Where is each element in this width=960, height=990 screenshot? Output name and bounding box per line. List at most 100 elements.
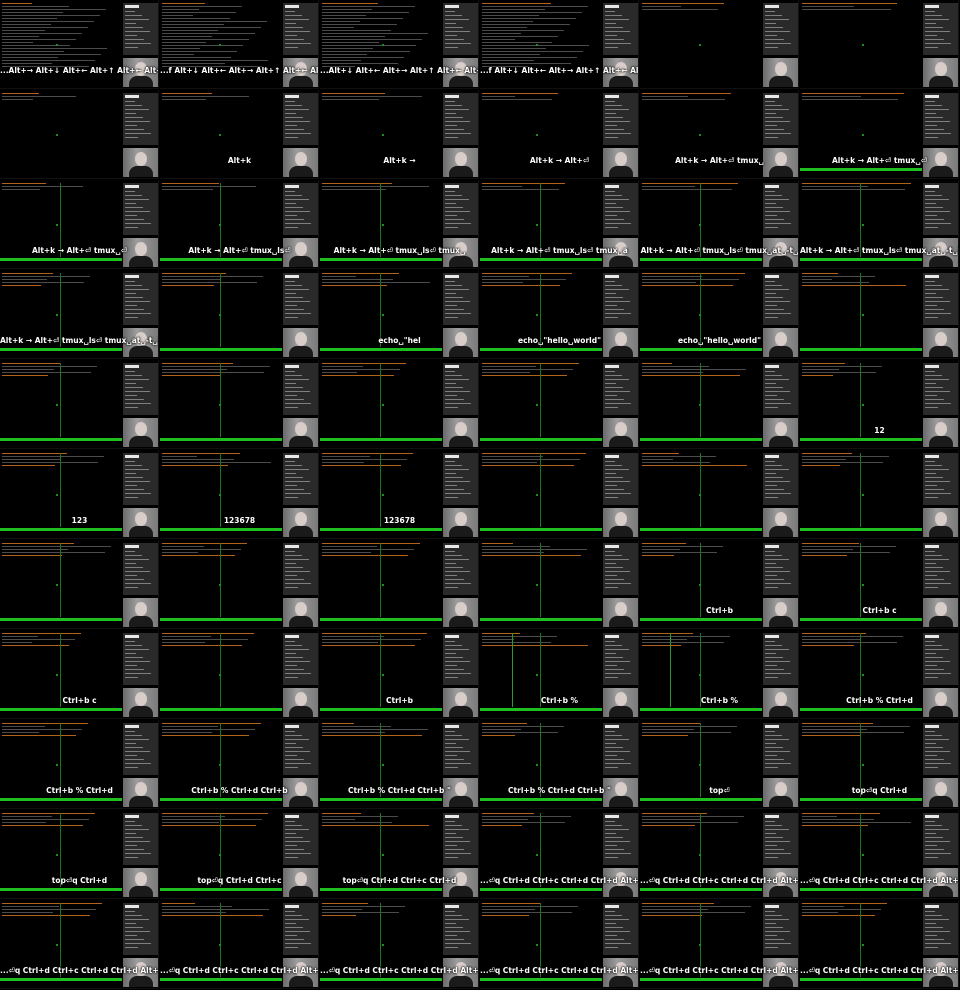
panel-line	[765, 677, 778, 678]
presenter-body	[129, 256, 153, 267]
terminal-line	[642, 555, 674, 556]
presenter-body	[289, 256, 313, 267]
terminal-pane	[160, 360, 282, 438]
keybinding-panel	[763, 273, 798, 325]
panel-line	[445, 739, 469, 740]
keybinding-panel	[283, 453, 318, 505]
side-panel	[762, 180, 798, 268]
panel-line	[605, 661, 630, 662]
terminal-line	[482, 183, 565, 184]
keybinding-panel	[123, 723, 158, 775]
cursor	[382, 584, 384, 586]
panel-line	[765, 767, 778, 768]
panel-line	[445, 849, 464, 850]
panel-line	[765, 317, 778, 318]
panel-line	[605, 195, 622, 196]
tmux-status-bar	[640, 438, 762, 441]
presenter-body	[609, 76, 633, 87]
panel-line	[285, 665, 297, 666]
panel-title	[445, 545, 459, 548]
panel-line	[125, 211, 150, 212]
terminal-pane	[640, 450, 762, 528]
panel-line	[925, 313, 951, 314]
panel-line	[605, 751, 630, 752]
panel-title	[925, 455, 939, 458]
terminal-line	[2, 372, 91, 373]
terminal-line	[642, 723, 700, 724]
terminal-line	[642, 99, 725, 100]
panel-line	[125, 751, 150, 752]
terminal-line	[2, 51, 64, 52]
tmux-status-bar	[480, 798, 602, 801]
panel-line	[925, 485, 937, 486]
terminal-line	[322, 906, 405, 907]
screenshot-frame	[160, 360, 319, 449]
panel-line	[125, 129, 144, 130]
panel-line	[285, 567, 303, 568]
panel-line	[765, 211, 790, 212]
panel-line	[285, 649, 309, 650]
tmux-status-bar	[0, 708, 122, 711]
side-panel	[122, 180, 158, 268]
terminal-line	[642, 816, 744, 817]
pane-divider	[220, 363, 221, 437]
panel-line	[605, 911, 615, 912]
panel-title	[605, 905, 619, 908]
terminal-line	[162, 18, 230, 19]
panel-title	[605, 185, 619, 188]
panel-line	[925, 11, 935, 12]
panel-line	[925, 497, 938, 498]
tmux-status-bar	[0, 348, 122, 351]
cursor	[862, 584, 864, 586]
terminal-line	[642, 285, 733, 286]
keybinding-panel	[923, 903, 958, 955]
panel-line	[125, 383, 136, 384]
panel-line	[445, 571, 470, 572]
presenter-body	[609, 166, 633, 177]
panel-line	[925, 117, 943, 118]
panel-title	[285, 545, 299, 548]
tmux-status-bar	[480, 888, 602, 891]
panel-line	[285, 465, 302, 466]
tmux-status-bar	[320, 348, 442, 351]
side-panel	[122, 0, 158, 88]
panel-line	[125, 767, 138, 768]
terminal-line	[642, 813, 707, 814]
presenter-body	[609, 976, 633, 987]
panel-line	[925, 223, 951, 224]
terminal-line	[482, 30, 564, 31]
cursor	[56, 44, 58, 46]
terminal-line	[162, 912, 226, 913]
webcam-view	[923, 508, 958, 537]
panel-line	[285, 293, 296, 294]
panel-line	[285, 935, 297, 936]
cursor	[862, 764, 864, 766]
panel-line	[285, 555, 302, 556]
terminal-line	[642, 636, 730, 637]
panel-title	[125, 635, 139, 638]
panel-line	[285, 223, 311, 224]
panel-line	[765, 555, 782, 556]
presenter-body	[289, 796, 313, 807]
side-panel	[602, 270, 638, 358]
side-panel	[602, 900, 638, 988]
keystroke-caption: Ctrl+b %	[700, 696, 739, 705]
terminal-line	[2, 729, 82, 730]
terminal-line	[322, 372, 357, 373]
presenter-body	[129, 526, 153, 537]
panel-line	[125, 931, 150, 932]
panel-line	[125, 571, 150, 572]
panel-line	[925, 849, 944, 850]
panel-title	[285, 455, 299, 458]
terminal-line	[2, 633, 81, 634]
screenshot-frame: Ctrl+b %	[480, 630, 639, 719]
panel-line	[925, 493, 951, 494]
terminal-line	[322, 456, 370, 457]
panel-line	[765, 583, 791, 584]
terminal-line	[802, 819, 874, 820]
cursor	[699, 44, 701, 46]
webcam-view	[603, 598, 638, 627]
panel-line	[445, 133, 471, 134]
terminal-line	[802, 285, 906, 286]
panel-line	[765, 27, 783, 28]
